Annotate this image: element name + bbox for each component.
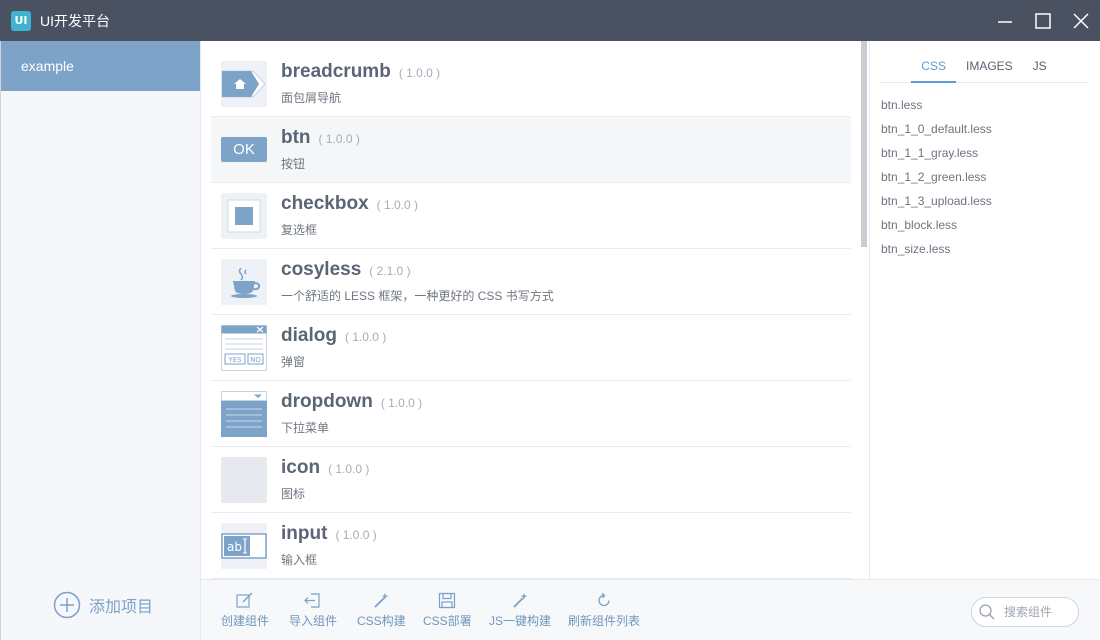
minimize-button[interactable] (986, 0, 1024, 41)
close-button[interactable] (1062, 0, 1100, 41)
ok-button-icon: OK (221, 127, 267, 173)
title-bar: UI UI开发平台 (0, 0, 1100, 41)
component-row-breadcrumb[interactable]: breadcrumb ( 1.0.0 ) 面包屑导航 (211, 51, 851, 117)
file-type-tabs: CSS IMAGES JS (880, 59, 1088, 83)
coffee-cup-icon (221, 258, 267, 305)
search-icon (979, 604, 995, 620)
project-sidebar: example 添加项目 (0, 41, 201, 640)
minimize-icon (998, 20, 1012, 23)
component-name: cosyless (281, 259, 362, 280)
file-item[interactable]: btn_block.less (881, 217, 992, 241)
ok-button-icon-label: OK (221, 137, 267, 162)
component-row-input[interactable]: ab input ( 1.0.0 ) 输入框 (211, 513, 851, 579)
component-description: 一个舒适的 LESS 框架，一种更好的 CSS 书写方式 (281, 289, 554, 303)
component-row-icon[interactable]: icon ( 1.0.0 ) 图标 (211, 447, 851, 513)
component-name: dropdown (281, 391, 373, 412)
edit-icon (236, 592, 253, 608)
breadcrumb-icon (221, 60, 267, 107)
component-description: 按钮 (281, 157, 306, 171)
maximize-button[interactable] (1024, 0, 1062, 41)
plus-circle-icon (53, 591, 81, 619)
create-component-button[interactable]: 创建组件 (221, 592, 269, 629)
add-project-label: 添加项目 (89, 599, 154, 616)
component-name: input (281, 523, 328, 544)
refresh-icon (598, 592, 610, 607)
js-build-button[interactable]: JS一键构建 (489, 592, 551, 629)
css-build-label: CSS构建 (357, 614, 406, 628)
tab-js[interactable]: JS (1023, 59, 1057, 83)
component-name: checkbox (281, 193, 369, 214)
component-row-btn[interactable]: OK btn ( 1.0.0 ) 按钮 (211, 117, 851, 183)
list-scrollbar[interactable] (859, 41, 867, 579)
app-logo: UI (11, 10, 31, 31)
component-version: ( 1.0.0 ) (376, 198, 419, 212)
file-item[interactable]: btn_size.less (881, 241, 992, 265)
component-name: dialog (281, 325, 337, 346)
css-build-button[interactable]: CSS构建 (357, 592, 406, 629)
component-row-dialog[interactable]: YES NO dialog ( 1.0.0 ) 弹窗 (211, 315, 851, 381)
component-name: breadcrumb (281, 61, 391, 82)
close-icon (1073, 12, 1089, 29)
file-item[interactable]: btn_1_1_gray.less (881, 145, 992, 169)
component-description: 面包屑导航 (281, 91, 342, 105)
component-description: 图标 (281, 487, 306, 501)
save-icon (439, 592, 456, 609)
dialog-icon: YES NO (221, 324, 267, 371)
project-item-example[interactable]: example (1, 41, 200, 91)
component-name: icon (281, 457, 321, 478)
component-description: 输入框 (281, 553, 318, 567)
component-version: ( 1.0.0 ) (380, 396, 423, 410)
component-list: breadcrumb ( 1.0.0 ) 面包屑导航 OK btn ( 1.0.… (201, 41, 869, 579)
component-version: ( 2.1.0 ) (369, 264, 411, 278)
component-version: ( 1.0.0 ) (328, 462, 370, 476)
file-item[interactable]: btn.less (881, 97, 992, 121)
component-version: ( 1.0.0 ) (398, 66, 441, 80)
dropdown-icon (221, 390, 267, 437)
css-deploy-label: CSS部署 (423, 614, 472, 628)
input-icon: ab (221, 522, 267, 569)
component-version: ( 1.0.0 ) (318, 132, 360, 146)
component-description: 弹窗 (281, 355, 306, 369)
file-panel: CSS IMAGES JS btn.less btn_1_0_default.l… (869, 41, 1100, 579)
list-scrollbar-thumb[interactable] (861, 41, 867, 247)
component-version: ( 1.0.0 ) (335, 528, 377, 542)
search-box[interactable] (971, 597, 1079, 627)
bottom-toolbar: 创建组件 导入组件 CSS构建 CSS部署 JS一键构建 刷新组件列表 搜索组件 (201, 579, 1099, 640)
dialog-icon-no: NO (250, 356, 261, 364)
file-item[interactable]: btn_1_2_green.less (881, 169, 992, 193)
file-item[interactable]: btn_1_3_upload.less (881, 193, 992, 217)
app-title: UI开发平台 (40, 12, 110, 29)
add-project-button[interactable]: 添加项目 (53, 591, 153, 619)
js-build-label: JS一键构建 (489, 614, 552, 628)
file-list: btn.less btn_1_0_default.less btn_1_1_gr… (881, 97, 992, 265)
magic-wand-icon (513, 593, 528, 608)
window-controls (986, 0, 1100, 41)
import-icon (304, 593, 320, 608)
input-icon-text: ab (227, 540, 242, 554)
project-label: example (21, 58, 74, 74)
component-version: ( 1.0.0 ) (344, 330, 387, 344)
component-row-cosyless[interactable]: cosyless ( 2.1.0 ) 一个舒适的 LESS 框架，一种更好的 C… (211, 249, 851, 315)
component-name: btn (281, 127, 311, 148)
import-component-label: 导入组件 (289, 614, 338, 628)
refresh-list-label: 刷新组件列表 (568, 614, 641, 628)
component-description: 下拉菜单 (281, 421, 330, 435)
refresh-list-button[interactable]: 刷新组件列表 (568, 592, 640, 629)
search-input[interactable] (1004, 605, 1074, 619)
css-deploy-button[interactable]: CSS部署 (423, 592, 472, 629)
magic-wand-icon (374, 593, 389, 608)
maximize-icon (1035, 12, 1051, 29)
component-row-dropdown[interactable]: dropdown ( 1.0.0 ) 下拉菜单 (211, 381, 851, 447)
create-component-label: 创建组件 (221, 614, 270, 628)
dialog-icon-yes: YES (227, 356, 242, 364)
component-row-checkbox[interactable]: checkbox ( 1.0.0 ) 复选框 (211, 183, 851, 249)
import-component-button[interactable]: 导入组件 (289, 592, 337, 629)
component-description: 复选框 (281, 223, 318, 237)
blank-icon (221, 456, 267, 503)
tab-css[interactable]: CSS (911, 59, 956, 83)
checkbox-icon (221, 192, 267, 239)
file-item[interactable]: btn_1_0_default.less (881, 121, 992, 145)
tab-images[interactable]: IMAGES (956, 59, 1023, 83)
